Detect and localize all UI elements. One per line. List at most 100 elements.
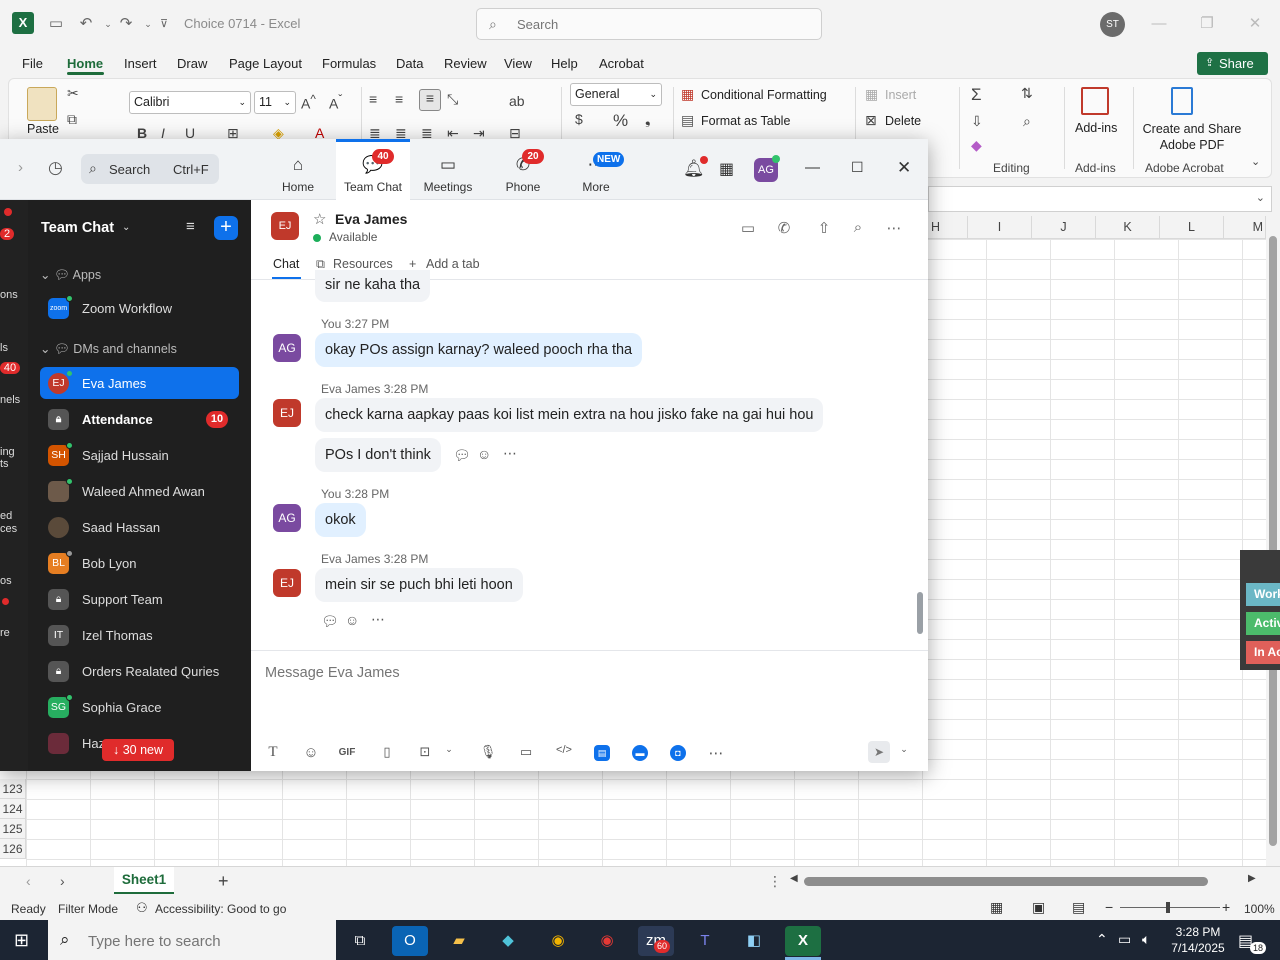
tab-insert[interactable]: Insert bbox=[124, 56, 157, 71]
gif-button[interactable]: GIF bbox=[337, 744, 357, 762]
sidebar-item-zoom-workflow[interactable]: zoom Zoom Workflow bbox=[40, 292, 239, 324]
strip-label[interactable]: nels bbox=[0, 394, 28, 406]
section-apps[interactable]: ⌄ 💬︎ Apps bbox=[40, 267, 101, 283]
sidebar-item-waleed-ahmed-awan[interactable]: Waleed Ahmed Awan bbox=[40, 475, 239, 507]
redo-icon[interactable]: ↷ bbox=[116, 14, 136, 34]
sidebar-item-orders-realated-quries[interactable]: 🔒︎ Orders Realated Quries bbox=[40, 655, 239, 687]
zoom-slider-thumb[interactable] bbox=[1166, 902, 1170, 913]
cut-icon[interactable]: ✂ bbox=[67, 85, 79, 102]
message-bubble[interactable]: check karna aapkay paas koi list mein ex… bbox=[315, 398, 824, 432]
new-messages-button[interactable]: ↓ 30 new bbox=[102, 739, 174, 761]
outlook-icon[interactable]: O bbox=[392, 926, 428, 956]
currency-icon[interactable]: $ bbox=[575, 111, 583, 127]
strip-label[interactable]: ces bbox=[0, 523, 28, 535]
zoom-in-icon[interactable]: + bbox=[1222, 899, 1230, 915]
more-options-icon[interactable]: ⋯ bbox=[706, 744, 726, 762]
side-item-active[interactable]: Activ bbox=[1246, 612, 1280, 635]
strip-label[interactable]: ons bbox=[0, 289, 28, 301]
conditional-formatting-button[interactable]: Conditional Formatting bbox=[701, 88, 827, 102]
emoji-reaction-icon[interactable]: ☺ bbox=[345, 612, 359, 628]
scroll-right-icon[interactable]: ▶ bbox=[1248, 873, 1256, 884]
excel-search-input[interactable] bbox=[517, 16, 807, 32]
delete-cells-button[interactable]: Delete bbox=[885, 114, 921, 128]
save-icon[interactable]: ▭ bbox=[46, 14, 66, 34]
next-sheet-icon[interactable]: › bbox=[60, 873, 65, 889]
copy-icon[interactable]: ⧉ bbox=[67, 111, 77, 128]
message-bubble[interactable]: okay POs assign karnay? waleed pooch rha… bbox=[315, 333, 643, 367]
task-view-icon[interactable]: ⧉ bbox=[342, 926, 378, 956]
sidebar-item-support-team[interactable]: 🔒︎ Support Team bbox=[40, 583, 239, 615]
contact-avatar[interactable]: EJ bbox=[271, 212, 299, 240]
more-options-icon[interactable]: ⋯ bbox=[503, 445, 517, 462]
chevron-down-icon[interactable]: ⌄ bbox=[439, 744, 459, 762]
vertical-scrollbar[interactable] bbox=[1266, 216, 1280, 866]
autosum-icon[interactable]: Σ bbox=[971, 85, 982, 105]
maximize-icon[interactable]: ☐ bbox=[851, 159, 864, 176]
star-icon[interactable]: ☆ bbox=[313, 210, 326, 228]
message-bubble[interactable]: POs I don't think bbox=[315, 438, 441, 472]
message-bubble[interactable]: okok bbox=[315, 503, 366, 537]
insert-cells-button[interactable]: Insert bbox=[885, 88, 916, 102]
tab-draw[interactable]: Draw bbox=[177, 56, 207, 71]
compose-button[interactable]: + bbox=[214, 216, 238, 240]
wrap-text-icon[interactable]: ab bbox=[509, 93, 525, 109]
number-format-box[interactable]: General ⌄ bbox=[570, 83, 662, 106]
addins-icon[interactable] bbox=[1081, 87, 1109, 115]
horizontal-scrollbar-thumb[interactable] bbox=[804, 877, 1208, 886]
filter-icon[interactable]: ≡ bbox=[186, 218, 195, 235]
share-button[interactable]: ⇪ Share ⌄ bbox=[1197, 52, 1268, 94]
restore-icon[interactable]: ❐ bbox=[1184, 10, 1230, 38]
percent-icon[interactable]: % bbox=[613, 111, 628, 131]
tab-chat[interactable]: Chat bbox=[273, 257, 299, 271]
format-as-table-button[interactable]: Format as Table bbox=[701, 114, 790, 128]
sidebar-item-sajjad-hussain[interactable]: SH Sajjad Hussain bbox=[40, 439, 239, 471]
zoom-level[interactable]: 100% bbox=[1244, 902, 1275, 916]
page-break-view-icon[interactable]: ▤ bbox=[1072, 899, 1085, 916]
taskbar-search[interactable]: ⌕ bbox=[48, 920, 336, 960]
page-layout-view-icon[interactable]: ▣ bbox=[1032, 899, 1045, 916]
code-snippet-icon[interactable]: </> bbox=[554, 744, 574, 762]
phone-call-icon[interactable]: ✆ bbox=[773, 219, 795, 237]
send-options-icon[interactable]: ⌄ bbox=[894, 744, 914, 762]
create-pdf-icon[interactable] bbox=[1171, 87, 1193, 115]
tab-meetings[interactable]: ▭ Meetings bbox=[411, 139, 485, 200]
tab-review[interactable]: Review bbox=[444, 56, 487, 71]
message-input[interactable] bbox=[265, 661, 905, 685]
column-header[interactable]: J bbox=[1032, 216, 1096, 239]
calendar-icon[interactable]: ▦ bbox=[719, 159, 734, 179]
column-header[interactable]: I bbox=[968, 216, 1032, 239]
message-bubble[interactable]: mein sir se puch bhi leti hoon bbox=[315, 568, 523, 602]
paste-icon[interactable] bbox=[27, 87, 57, 121]
row-header[interactable]: 126 bbox=[0, 839, 26, 859]
search-icon[interactable]: ⌕ bbox=[847, 219, 869, 237]
format-text-icon[interactable]: T bbox=[263, 744, 283, 762]
contact-name[interactable]: Eva James bbox=[335, 211, 407, 227]
close-icon[interactable]: ✕ bbox=[897, 158, 911, 178]
find-select-icon[interactable]: ⌕ bbox=[1023, 113, 1031, 130]
addins-button[interactable]: Add-ins bbox=[1075, 121, 1117, 135]
sidebar-item-attendance[interactable]: 🔒︎ Attendance 10 bbox=[40, 403, 239, 435]
column-header[interactable]: M bbox=[1224, 216, 1266, 239]
app-icon[interactable]: ▤ bbox=[594, 745, 610, 761]
align-top-icon[interactable]: ≡ bbox=[369, 91, 377, 107]
expand-formula-icon[interactable]: ⌄ bbox=[1256, 191, 1265, 204]
app-icon[interactable]: ◆ bbox=[490, 926, 526, 956]
network-icon[interactable]: ▭ bbox=[1118, 931, 1131, 948]
chrome-profile-icon[interactable]: ◉ bbox=[589, 926, 625, 956]
orientation-icon[interactable]: ⤡ bbox=[447, 91, 458, 108]
scroll-left-icon[interactable]: ◀ bbox=[790, 873, 798, 884]
normal-view-icon[interactable]: ▦ bbox=[990, 899, 1003, 916]
add-sheet-icon[interactable]: + bbox=[218, 871, 229, 892]
row-header[interactable]: 124 bbox=[0, 799, 26, 819]
reply-icon[interactable]: 💬︎ bbox=[453, 447, 471, 464]
font-size-box[interactable]: 11 ⌄ bbox=[254, 91, 296, 114]
microphone-icon[interactable]: 🎙︎ bbox=[478, 744, 498, 762]
avatar[interactable]: EJ bbox=[273, 399, 301, 427]
volume-icon[interactable]: 🔈︎ bbox=[1142, 931, 1150, 948]
side-item-work[interactable]: Work bbox=[1246, 583, 1280, 606]
tab-view[interactable]: View bbox=[504, 56, 532, 71]
avatar[interactable]: AG bbox=[273, 334, 301, 362]
excel-search-box[interactable]: ⌕ bbox=[476, 8, 822, 40]
screenshot-icon[interactable]: ⊡ bbox=[415, 744, 435, 762]
more-options-icon[interactable]: ⋯ bbox=[371, 611, 385, 628]
